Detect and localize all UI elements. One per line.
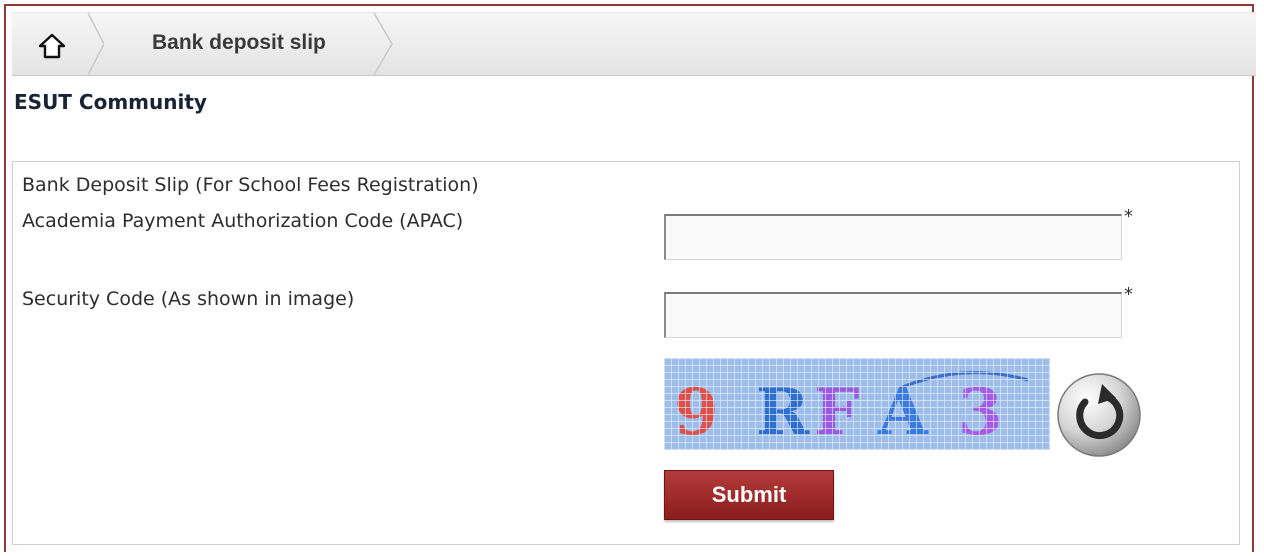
security-required-marker: * (1124, 284, 1133, 305)
refresh-icon (1057, 373, 1141, 457)
breadcrumb: Bank deposit slip (12, 12, 1256, 76)
community-title: ESUT Community (14, 90, 207, 114)
form-heading: Bank Deposit Slip (For School Fees Regis… (22, 174, 479, 196)
security-code-input[interactable] (664, 292, 1122, 338)
breadcrumb-item-bank-deposit-slip[interactable]: Bank deposit slip (104, 13, 394, 75)
captcha-image: 9 R F A 3 (664, 358, 1050, 450)
breadcrumb-separator (87, 13, 104, 75)
security-code-label: Security Code (As shown in image) (22, 288, 355, 310)
apac-input[interactable] (664, 214, 1122, 260)
apac-required-marker: * (1124, 206, 1133, 227)
captcha-refresh-button[interactable] (1056, 372, 1142, 458)
apac-label: Academia Payment Authorization Code (APA… (22, 210, 464, 232)
breadcrumb-separator (373, 13, 393, 75)
submit-button[interactable]: Submit (664, 470, 834, 520)
breadcrumb-home[interactable] (12, 13, 104, 75)
